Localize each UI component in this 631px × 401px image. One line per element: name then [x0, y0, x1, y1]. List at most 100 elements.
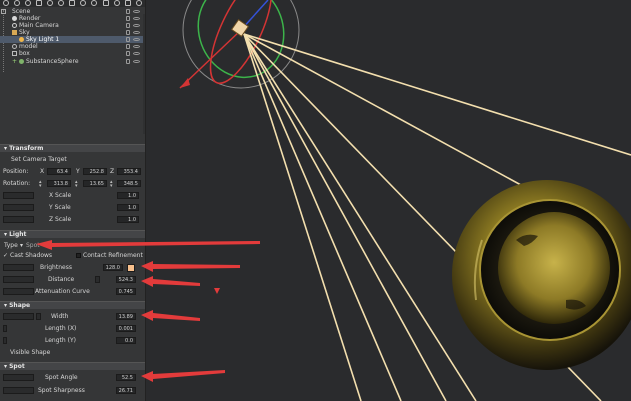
eye-icon[interactable] — [133, 45, 140, 48]
lock-icon[interactable] — [126, 59, 130, 64]
settings-icon[interactable] — [80, 0, 86, 6]
spinner-icon[interactable]: ▴ ▾ — [39, 180, 43, 189]
light-color-swatch[interactable] — [127, 264, 135, 272]
attenuation-label: Attenuation Curve — [35, 288, 90, 295]
slider-handle[interactable] — [36, 313, 41, 320]
scene-viewport[interactable] — [146, 0, 631, 401]
eye-icon[interactable] — [133, 52, 140, 55]
expand-icon[interactable] — [1, 9, 6, 14]
y-scale-field[interactable]: 1.0 — [117, 204, 139, 211]
slider-track[interactable] — [3, 387, 34, 394]
spot-sharpness-field[interactable]: 26.71 — [116, 387, 136, 394]
set-camera-target-button[interactable]: Set Camera Target — [11, 154, 67, 165]
lock-icon[interactable] — [126, 23, 130, 28]
spinner-icon[interactable]: ▴ ▾ — [75, 180, 79, 189]
light-header[interactable]: ▾ Light — [0, 230, 145, 238]
transform-header[interactable]: ▾ Transform — [0, 144, 145, 152]
position-z-field[interactable]: 353.4 — [117, 168, 141, 175]
spinner-icon[interactable]: ▴ ▾ — [110, 180, 114, 189]
link-icon[interactable] — [25, 0, 31, 6]
width-field[interactable]: 13.89 — [116, 313, 136, 320]
axis-label: Z — [110, 168, 115, 175]
x-scale-field[interactable]: 1.0 — [117, 192, 139, 199]
hierarchy-toolbar — [0, 0, 145, 7]
slider-track[interactable] — [3, 192, 34, 199]
folder-icon[interactable] — [36, 0, 42, 6]
lock-icon[interactable] — [126, 51, 130, 56]
sky-icon — [12, 30, 17, 35]
position-y-field[interactable]: 252.8 — [83, 168, 107, 175]
add-icon[interactable] — [3, 0, 9, 6]
gear-icon[interactable] — [114, 0, 120, 6]
spot-sharpness-row: Spot Sharpness 26.71 — [0, 385, 145, 396]
brightness-field[interactable]: 128.0 — [103, 264, 123, 271]
tree-item-scene[interactable]: Scene — [0, 8, 145, 15]
slider-track[interactable] — [3, 216, 34, 223]
position-label: Position: — [3, 168, 29, 175]
tree-item-render[interactable]: Render — [0, 15, 145, 22]
contact-refinement-checkbox[interactable] — [76, 253, 81, 258]
tree-item-sky[interactable]: Sky — [0, 29, 145, 36]
lock-icon[interactable] — [126, 30, 130, 35]
slider-track[interactable] — [3, 313, 34, 320]
tree-item-model[interactable]: model — [0, 43, 145, 50]
trash-icon[interactable] — [125, 0, 131, 6]
rotation-z-field[interactable]: 348.5 — [117, 180, 141, 187]
z-scale-row: Z Scale 1.0 — [0, 214, 145, 225]
eye-icon[interactable] — [133, 24, 140, 27]
render-icon — [12, 16, 17, 21]
beam-line — [243, 33, 477, 401]
spot-angle-label: Spot Angle — [45, 374, 78, 381]
eye-icon[interactable] — [133, 31, 140, 34]
spot-angle-field[interactable]: 52.5 — [116, 374, 136, 381]
plus-icon[interactable]: + — [12, 59, 17, 65]
substance-sphere[interactable] — [452, 180, 631, 370]
tree-item-box[interactable]: box — [0, 50, 145, 57]
lock-icon[interactable] — [126, 9, 130, 14]
shape-header[interactable]: ▾ Shape — [0, 301, 145, 309]
eye-icon[interactable] — [133, 60, 140, 63]
eye-icon[interactable] — [133, 17, 140, 20]
tree-item-main-camera[interactable]: Main Camera — [0, 22, 145, 29]
object-icon[interactable] — [69, 0, 75, 6]
eye-icon[interactable] — [133, 38, 140, 41]
length-y-row: Length (Y) 0.0 — [0, 335, 145, 346]
light-icon[interactable] — [58, 0, 64, 6]
y-scale-row: Y Scale 1.0 — [0, 202, 145, 213]
slider-track[interactable] — [3, 276, 34, 283]
distance-field[interactable]: 524.3 — [116, 276, 136, 283]
camera-icon[interactable] — [47, 0, 53, 6]
z-scale-field[interactable]: 1.0 — [117, 216, 139, 223]
lock-icon[interactable] — [126, 16, 130, 21]
x-scale-label: X Scale — [49, 192, 72, 199]
eye-icon[interactable] — [133, 10, 140, 13]
rotation-y-field[interactable]: 13.65 — [83, 180, 107, 187]
slider-handle[interactable] — [3, 325, 7, 332]
slider-track[interactable] — [3, 204, 34, 211]
tree-item-sky-light-1[interactable]: Sky Light 1 — [0, 36, 145, 43]
attenuation-field[interactable]: 0.745 — [116, 288, 136, 295]
grid-icon[interactable] — [103, 0, 109, 6]
lock-icon[interactable] — [126, 37, 130, 42]
slider-track[interactable] — [3, 288, 34, 295]
position-x-field[interactable]: 63.4 — [47, 168, 71, 175]
width-row: Width 13.89 — [0, 311, 145, 322]
length-x-field[interactable]: 0.001 — [116, 325, 136, 332]
length-y-field[interactable]: 0.0 — [116, 337, 136, 344]
contact-refinement-label: Contact Refinement — [83, 252, 143, 259]
visible-shape-checkbox[interactable]: Visible Shape — [10, 347, 50, 358]
slider-track[interactable] — [3, 264, 34, 271]
lock-icon[interactable] — [126, 44, 130, 49]
slider-handle[interactable] — [3, 337, 7, 344]
spot-header[interactable]: ▾ Spot — [0, 362, 145, 370]
slider-track[interactable] — [3, 374, 34, 381]
tree-item-substance-sphere[interactable]: + SubstanceSphere — [0, 58, 145, 65]
refresh-icon[interactable] — [136, 0, 142, 6]
visible-shape-row: Visible Shape — [0, 347, 145, 358]
checkmark-icon[interactable]: ✓ — [3, 250, 8, 261]
slider-handle[interactable] — [95, 276, 100, 283]
duplicate-icon[interactable] — [14, 0, 20, 6]
cast-shadows-checkbox[interactable]: Cast Shadows — [10, 250, 52, 261]
rotation-x-field[interactable]: 313.8 — [47, 180, 71, 187]
globe-icon[interactable] — [91, 0, 97, 6]
